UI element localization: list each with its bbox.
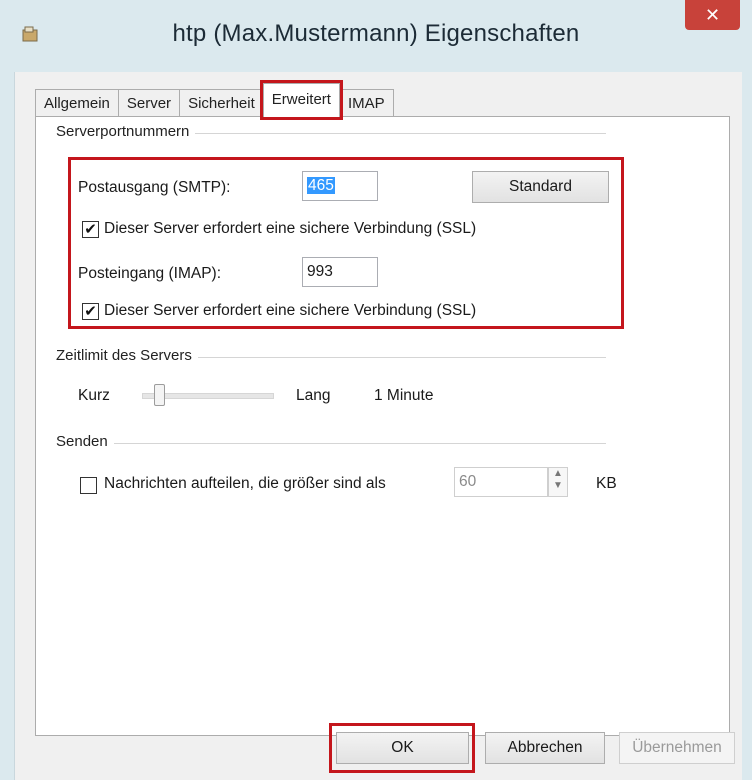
- tab-panel-erweitert: Serverportnummern Postausgang (SMTP): 46…: [35, 116, 730, 736]
- spin-up-icon[interactable]: ▲: [549, 468, 567, 480]
- title-bar[interactable]: htp (Max.Mustermann) Eigenschaften ✕: [0, 0, 752, 72]
- split-messages-checkbox[interactable]: [80, 477, 97, 494]
- group-label-ports: Serverportnummern: [56, 123, 196, 140]
- standard-button[interactable]: Standard: [472, 171, 609, 203]
- split-size-spinner[interactable]: ▲ ▼: [548, 467, 568, 497]
- properties-dialog: htp (Max.Mustermann) Eigenschaften ✕ All…: [0, 0, 752, 780]
- tab-server[interactable]: Server: [117, 89, 181, 117]
- split-unit-label: KB: [596, 475, 617, 492]
- timeout-short-label: Kurz: [78, 387, 110, 404]
- ok-button[interactable]: OK: [336, 732, 469, 764]
- tab-sicherheit[interactable]: Sicherheit: [179, 89, 264, 117]
- cancel-button[interactable]: Abbrechen: [485, 732, 605, 764]
- spin-down-icon[interactable]: ▼: [549, 480, 567, 492]
- close-button[interactable]: ✕: [685, 0, 740, 30]
- group-label-timeout: Zeitlimit des Servers: [56, 347, 198, 364]
- split-messages-label: Nachrichten aufteilen, die größer sind a…: [104, 475, 386, 492]
- tab-allgemein[interactable]: Allgemein: [35, 89, 119, 117]
- smtp-port-input[interactable]: 465: [302, 171, 378, 201]
- imap-ssl-label: Dieser Server erfordert eine sichere Ver…: [104, 302, 477, 319]
- smtp-label: Postausgang (SMTP):: [78, 179, 231, 196]
- group-divider-send: [56, 443, 606, 444]
- group-label-send: Senden: [56, 433, 114, 450]
- timeout-value-label: 1 Minute: [374, 387, 434, 404]
- timeout-slider-thumb[interactable]: [154, 384, 166, 406]
- smtp-port-value: 465: [307, 177, 335, 194]
- apply-button[interactable]: Übernehmen: [619, 732, 735, 764]
- smtp-ssl-label: Dieser Server erfordert eine sichere Ver…: [104, 220, 477, 237]
- imap-port-input[interactable]: 993: [302, 257, 378, 287]
- dialog-client-area: Allgemein Server Sicherheit Erweitert IM…: [14, 72, 742, 780]
- smtp-ssl-checkbox[interactable]: ✔: [82, 221, 99, 238]
- tab-imap[interactable]: IMAP: [338, 89, 394, 117]
- imap-ssl-checkbox[interactable]: ✔: [82, 303, 99, 320]
- timeout-long-label: Lang: [296, 387, 331, 404]
- imap-label: Posteingang (IMAP):: [78, 265, 222, 282]
- split-size-input[interactable]: 60: [454, 467, 548, 497]
- tab-strip: Allgemein Server Sicherheit Erweitert IM…: [35, 80, 394, 120]
- tab-erweitert[interactable]: Erweitert: [259, 80, 343, 120]
- window-title: htp (Max.Mustermann) Eigenschaften: [172, 20, 580, 47]
